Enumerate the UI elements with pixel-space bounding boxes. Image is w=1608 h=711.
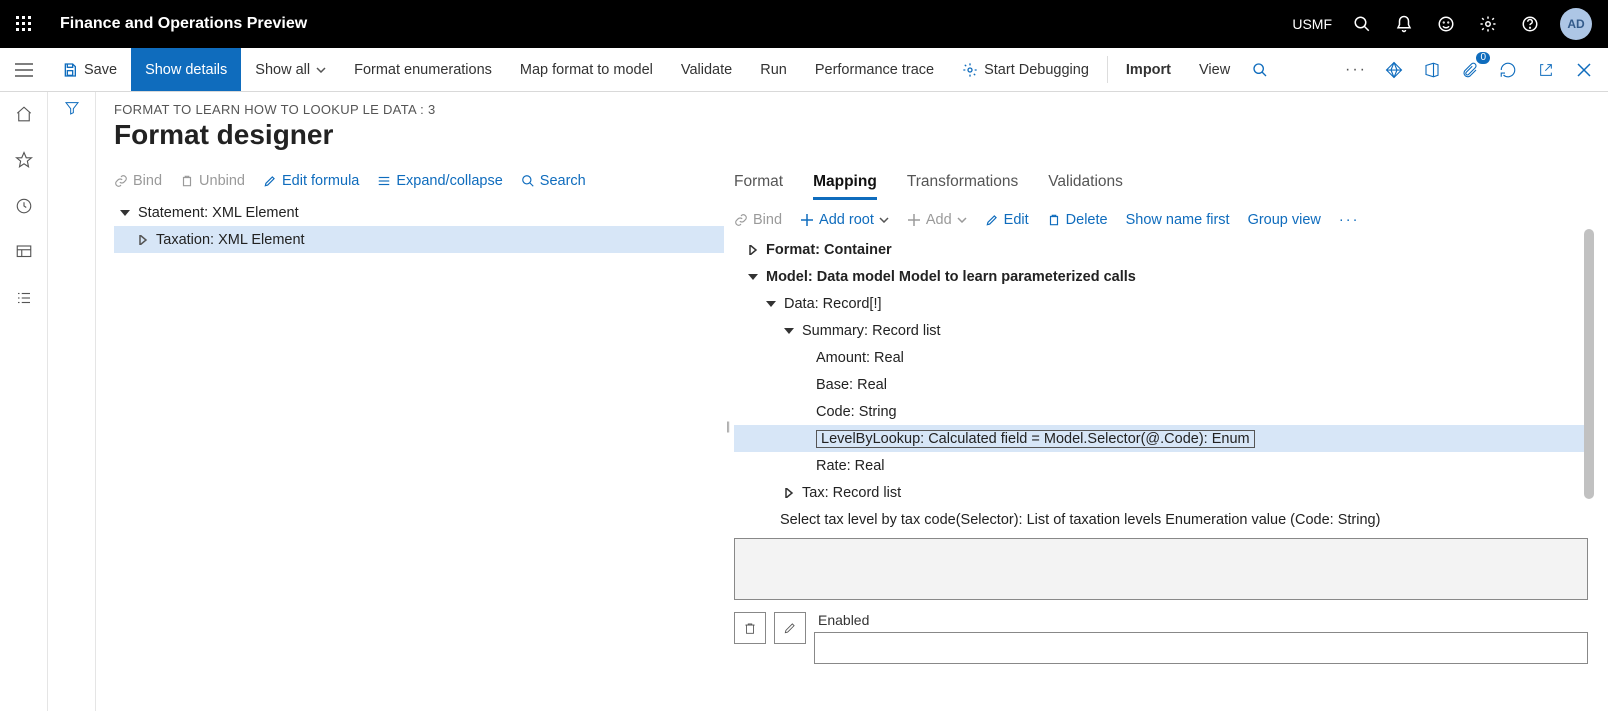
edit-formula-sq-button[interactable] xyxy=(774,612,806,644)
filter-icon[interactable] xyxy=(64,100,80,711)
mtree-format[interactable]: Format: Container xyxy=(734,236,1588,263)
splitter-handle[interactable]: || xyxy=(726,419,728,433)
app-title: Finance and Operations Preview xyxy=(60,15,307,33)
expand-collapse-button[interactable]: Expand/collapse xyxy=(377,173,502,189)
bind-button-right: Bind xyxy=(734,212,782,228)
group-view-button[interactable]: Group view xyxy=(1248,212,1321,228)
tab-mapping[interactable]: Mapping xyxy=(813,173,877,200)
mtree-amount[interactable]: Amount: Real xyxy=(734,344,1588,371)
star-icon[interactable] xyxy=(12,148,36,172)
mtree-description: Select tax level by tax code(Selector): … xyxy=(734,512,1588,528)
collapse-icon[interactable] xyxy=(746,270,760,284)
tree-row-taxation[interactable]: Taxation: XML Element xyxy=(114,226,724,253)
help-icon[interactable] xyxy=(1518,12,1542,36)
run-button[interactable]: Run xyxy=(746,48,801,91)
popout-icon[interactable] xyxy=(1532,56,1560,84)
expand-icon[interactable] xyxy=(136,233,150,247)
start-debugging-button[interactable]: Start Debugging xyxy=(948,48,1103,91)
ellipsis-icon[interactable]: ··· xyxy=(1342,56,1370,84)
edit-button[interactable]: Edit xyxy=(985,212,1029,228)
bell-icon[interactable] xyxy=(1392,12,1416,36)
modules-icon[interactable] xyxy=(12,286,36,310)
gear-icon[interactable] xyxy=(1476,12,1500,36)
delete-formula-button[interactable] xyxy=(734,612,766,644)
refresh-icon[interactable] xyxy=(1494,56,1522,84)
tab-format[interactable]: Format xyxy=(734,173,783,200)
clock-icon[interactable] xyxy=(12,194,36,218)
search-icon[interactable] xyxy=(1350,12,1374,36)
validate-button[interactable]: Validate xyxy=(667,48,746,91)
import-button[interactable]: Import xyxy=(1112,48,1185,91)
app-launcher-icon[interactable] xyxy=(8,8,40,40)
delete-button[interactable]: Delete xyxy=(1047,212,1108,228)
mtree-levelbylookup[interactable]: LevelByLookup: Calculated field = Model.… xyxy=(734,425,1588,452)
tab-validations[interactable]: Validations xyxy=(1048,173,1123,200)
search-button[interactable]: Search xyxy=(521,173,586,189)
collapse-icon[interactable] xyxy=(782,324,796,338)
save-label: Save xyxy=(84,62,117,78)
expand-icon[interactable] xyxy=(782,486,796,500)
mtree-rate[interactable]: Rate: Real xyxy=(734,452,1588,479)
show-name-first-button[interactable]: Show name first xyxy=(1126,212,1230,228)
map-format-button[interactable]: Map format to model xyxy=(506,48,667,91)
view-button[interactable]: View xyxy=(1185,48,1244,91)
scrollbar[interactable] xyxy=(1584,229,1594,499)
home-icon[interactable] xyxy=(12,102,36,126)
enabled-label: Enabled xyxy=(818,612,1588,628)
tree-row-statement[interactable]: Statement: XML Element xyxy=(114,199,724,226)
hamburger-icon[interactable] xyxy=(0,48,48,91)
mtree-model[interactable]: Model: Data model Model to learn paramet… xyxy=(734,263,1588,290)
formula-textarea[interactable] xyxy=(734,538,1588,600)
office-icon[interactable] xyxy=(1418,56,1446,84)
smiley-icon[interactable] xyxy=(1434,12,1458,36)
more-icon[interactable]: ··· xyxy=(1339,212,1360,228)
collapse-icon[interactable] xyxy=(118,206,132,220)
page-title: Format designer xyxy=(114,119,1588,151)
close-icon[interactable] xyxy=(1570,56,1598,84)
perf-trace-button[interactable]: Performance trace xyxy=(801,48,948,91)
collapse-icon[interactable] xyxy=(764,297,778,311)
attachment-count: 0 xyxy=(1476,52,1490,64)
show-details-button[interactable]: Show details xyxy=(131,48,241,91)
mtree-summary[interactable]: Summary: Record list xyxy=(734,317,1588,344)
save-button[interactable]: Save xyxy=(48,48,131,91)
expand-icon[interactable] xyxy=(746,243,760,257)
add-root-button[interactable]: Add root xyxy=(800,212,889,228)
avatar[interactable]: AD xyxy=(1560,8,1592,40)
attachment-icon[interactable]: 0 xyxy=(1456,56,1484,84)
add-button: Add xyxy=(907,212,967,228)
tab-transformations[interactable]: Transformations xyxy=(907,173,1018,200)
enabled-input[interactable] xyxy=(814,632,1588,664)
edit-formula-button[interactable]: Edit formula xyxy=(263,173,359,189)
search-command-icon[interactable] xyxy=(1244,48,1276,91)
mtree-data[interactable]: Data: Record[!] xyxy=(734,290,1588,317)
format-enumerations-button[interactable]: Format enumerations xyxy=(340,48,506,91)
workspace-icon[interactable] xyxy=(12,240,36,264)
entity-label[interactable]: USMF xyxy=(1292,16,1332,32)
breadcrumb: FORMAT TO LEARN HOW TO LOOKUP LE DATA : … xyxy=(114,102,1588,117)
mtree-code[interactable]: Code: String xyxy=(734,398,1588,425)
diamond-icon[interactable] xyxy=(1380,56,1408,84)
bind-button: Bind xyxy=(114,173,162,189)
mtree-tax[interactable]: Tax: Record list xyxy=(734,479,1588,506)
show-all-button[interactable]: Show all xyxy=(241,48,340,91)
unbind-button: Unbind xyxy=(180,173,245,189)
mtree-base[interactable]: Base: Real xyxy=(734,371,1588,398)
